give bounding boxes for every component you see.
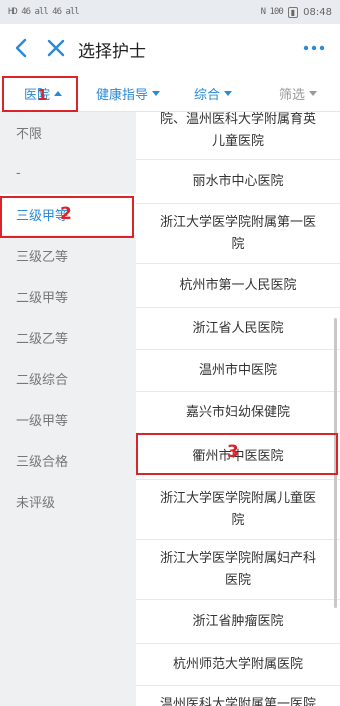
list-item[interactable]: 浙江大学医学院附属第一医院 xyxy=(136,204,340,264)
annotation-number-1: 1 xyxy=(37,86,48,104)
sidebar-item-dash[interactable]: - xyxy=(0,153,136,194)
hospital-name: 浙江大学医学院附属第一医院 xyxy=(159,214,316,252)
hospital-name: 杭州师范大学附属医院 xyxy=(172,656,303,672)
filter-tab-label: 综合 xyxy=(194,88,221,103)
nav-bar: 选择护士 xyxy=(0,24,340,72)
sidebar-item-secondary-a[interactable]: 二级甲等 xyxy=(0,276,136,317)
list-item[interactable]: 院、温州医科大学附属育英儿童医院 xyxy=(136,112,340,160)
hospital-name: 浙江大学医学院附属妇产科医院 xyxy=(159,550,316,588)
sidebar-item-unlimited[interactable]: 不限 xyxy=(0,112,136,153)
status-right: N 100 ▮ 08:48 xyxy=(260,6,332,18)
filter-tab-filter[interactable]: 筛选 xyxy=(279,84,318,103)
list-item[interactable]: 浙江省肿瘤医院 xyxy=(136,600,340,644)
filter-tab-label: 健康指导 xyxy=(96,88,149,103)
sidebar-item-label: 不限 xyxy=(16,127,43,142)
list-item[interactable]: 浙江省人民医院 xyxy=(136,308,340,350)
more-dots-icon[interactable] xyxy=(302,42,326,54)
sidebar-item-label: - xyxy=(16,166,21,181)
sidebar-item-primary-a[interactable]: 一级甲等 xyxy=(0,399,136,440)
caret-down-icon xyxy=(224,91,233,96)
sidebar-item-unrated[interactable]: 未评级 xyxy=(0,481,136,522)
sidebar-item-label: 未评级 xyxy=(16,496,56,511)
list-item[interactable]: 丽水市中心医院 xyxy=(136,160,340,204)
list-item[interactable]: 浙江大学医学院附属儿童医院 xyxy=(136,480,340,540)
hospital-name: 温州市中医院 xyxy=(198,362,277,378)
hospital-name: 院、温州医科大学附属育英儿童医院 xyxy=(159,112,316,149)
list-item[interactable]: 温州市中医院 xyxy=(136,350,340,392)
hospital-name: 嘉兴市妇幼保健院 xyxy=(185,404,290,420)
filter-tab-overall[interactable]: 综合 xyxy=(194,84,233,103)
sidebar-item-label: 三级乙等 xyxy=(16,250,69,265)
status-bar: HD 46 all 46 all N 100 ▮ 08:48 xyxy=(0,0,340,24)
status-signal-text: HD 46 all 46 all xyxy=(8,7,80,17)
list-item[interactable]: 浙江大学医学院附属妇产科医院 xyxy=(136,540,340,600)
sidebar-item-secondary-general[interactable]: 二级综合 xyxy=(0,358,136,399)
sidebar-item-tertiary-qualified[interactable]: 三级合格 xyxy=(0,440,136,481)
hospital-name: 杭州市第一人民医院 xyxy=(179,277,297,293)
close-icon[interactable] xyxy=(44,36,68,60)
caret-down-icon xyxy=(309,91,318,96)
sidebar-item-label: 二级综合 xyxy=(16,373,69,388)
hospital-list: 院、温州医科大学附属育英儿童医院 丽水市中心医院 浙江大学医学院附属第一医院 杭… xyxy=(136,112,340,706)
filter-tab-health-guide[interactable]: 健康指导 xyxy=(96,84,161,103)
status-left: HD 46 all 46 all xyxy=(8,7,80,17)
chevron-left-icon[interactable] xyxy=(10,36,34,60)
sidebar-item-secondary-b[interactable]: 二级乙等 xyxy=(0,317,136,358)
list-item[interactable]: 杭州师范大学附属医院 xyxy=(136,644,340,686)
hospital-name: 丽水市中心医院 xyxy=(192,173,284,189)
status-icons-text: N 100 xyxy=(260,7,284,17)
sidebar-item-label: 二级乙等 xyxy=(16,332,69,347)
filter-tab-label: 筛选 xyxy=(279,88,306,103)
hospital-name: 浙江大学医学院附属儿童医院 xyxy=(159,490,316,528)
hospital-name: 浙江省人民医院 xyxy=(192,320,284,336)
annotation-number-3: 3 xyxy=(227,442,239,462)
sidebar-item-label: 二级甲等 xyxy=(16,291,69,306)
sidebar-item-tertiary-b[interactable]: 三级乙等 xyxy=(0,235,136,276)
list-item[interactable]: 杭州市第一人民医院 xyxy=(136,264,340,308)
sidebar-item-label: 三级合格 xyxy=(16,455,69,470)
list-item[interactable]: 嘉兴市妇幼保健院 xyxy=(136,392,340,434)
hospital-name: 浙江省肿瘤医院 xyxy=(192,613,284,629)
caret-down-icon xyxy=(152,91,161,96)
list-item[interactable]: 温州医科大学附属第一医院 xyxy=(136,686,340,706)
hospital-name: 温州医科大学附属第一医院 xyxy=(159,697,316,706)
page-title: 选择护士 xyxy=(78,42,146,62)
battery-icon: ▮ xyxy=(287,6,299,18)
annotation-number-2: 2 xyxy=(60,204,72,224)
sidebar-item-label: 一级甲等 xyxy=(16,414,69,429)
status-time: 08:48 xyxy=(303,6,332,18)
